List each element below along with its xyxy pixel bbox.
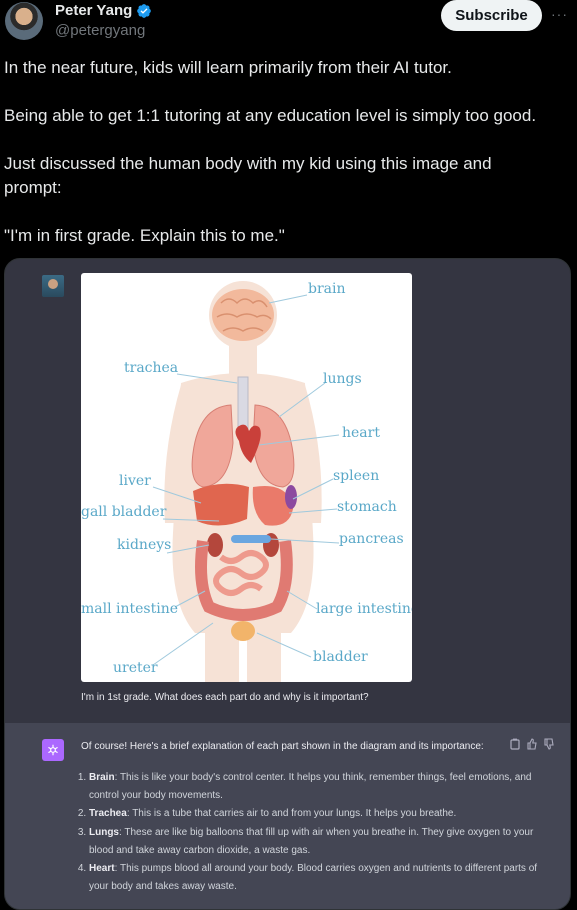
list-item: Trachea: This is a tube that carries air… — [89, 805, 549, 823]
body-diagram-svg: brain trachea lungs heart liver spleen g… — [81, 281, 412, 682]
tweet-paragraph: "I'm in first grade. Explain this to me.… — [4, 226, 285, 245]
more-options-icon[interactable]: ··· — [551, 6, 568, 22]
label-bladder: bladder — [313, 649, 368, 665]
explanation-list: Brain: This is like your body's control … — [69, 769, 549, 896]
label-liver: liver — [119, 473, 151, 489]
author-avatar[interactable] — [5, 2, 43, 40]
human-body-diagram: brain trachea lungs heart liver spleen g… — [81, 273, 412, 682]
list-item: Heart: This pumps blood all around your … — [89, 860, 549, 896]
subscribe-button[interactable]: Subscribe — [441, 0, 542, 31]
label-lungs: lungs — [323, 371, 362, 387]
tweet-text: In the near future, kids will learn prim… — [4, 56, 569, 248]
label-gall-bladder: gall bladder — [81, 504, 167, 520]
attached-screenshot[interactable]: brain trachea lungs heart liver spleen g… — [4, 258, 571, 910]
label-stomach: stomach — [337, 499, 397, 515]
list-text: : This is a tube that carries air to and… — [126, 808, 457, 820]
list-item: Lungs: These are like big balloons that … — [89, 824, 549, 860]
list-text: : This pumps blood all around your body.… — [89, 863, 538, 893]
thumbs-up-icon[interactable] — [527, 737, 537, 750]
list-term: Brain — [89, 772, 115, 783]
openai-swirl-icon — [48, 744, 58, 756]
tweet-paragraph: In the near future, kids will learn prim… — [4, 58, 452, 77]
list-text: : This is like your body's control cente… — [89, 772, 532, 802]
author-name-line: Peter Yang — [55, 2, 152, 19]
label-pancreas: pancreas — [339, 531, 404, 547]
spleen-organ — [285, 485, 297, 509]
label-heart: heart — [342, 425, 380, 441]
list-term: Trachea — [89, 808, 127, 820]
label-large-intestine: large intestine — [316, 601, 412, 617]
brain-organ — [212, 289, 274, 341]
liver-organ — [193, 483, 249, 526]
tweet-paragraph: Just discussed the human body with my ki… — [4, 154, 492, 197]
chatgpt-logo-icon — [42, 739, 64, 761]
label-small-intestine: mall intestine — [81, 601, 178, 617]
assistant-message: Of course! Here's a brief explanation of… — [5, 723, 570, 909]
list-item: Brain: This is like your body's control … — [89, 769, 549, 805]
message-actions — [510, 737, 554, 750]
assistant-intro: Of course! Here's a brief explanation of… — [81, 741, 484, 752]
pancreas-organ — [231, 535, 271, 543]
verified-badge-icon — [137, 3, 152, 18]
label-brain: brain — [308, 281, 346, 297]
list-term: Lungs — [89, 826, 119, 838]
user-avatar — [42, 275, 64, 297]
thumbs-down-icon[interactable] — [544, 737, 554, 750]
author-handle[interactable]: @petergyang — [55, 22, 145, 39]
tweet-header: Peter Yang @petergyang Subscribe ··· — [0, 0, 577, 48]
label-kidneys: kidneys — [117, 537, 171, 553]
label-trachea: trachea — [124, 360, 178, 376]
tweet-paragraph: Being able to get 1:1 tutoring at any ed… — [4, 106, 537, 125]
user-prompt: I'm in 1st grade. What does each part do… — [81, 692, 369, 703]
author-name[interactable]: Peter Yang — [55, 2, 132, 19]
copy-icon[interactable] — [510, 737, 520, 750]
bladder-organ — [231, 621, 255, 641]
list-term: Heart — [89, 863, 115, 875]
label-ureter: ureter — [113, 660, 158, 676]
label-spleen: spleen — [333, 468, 379, 484]
list-text: : These are like big balloons that fill … — [89, 826, 534, 856]
